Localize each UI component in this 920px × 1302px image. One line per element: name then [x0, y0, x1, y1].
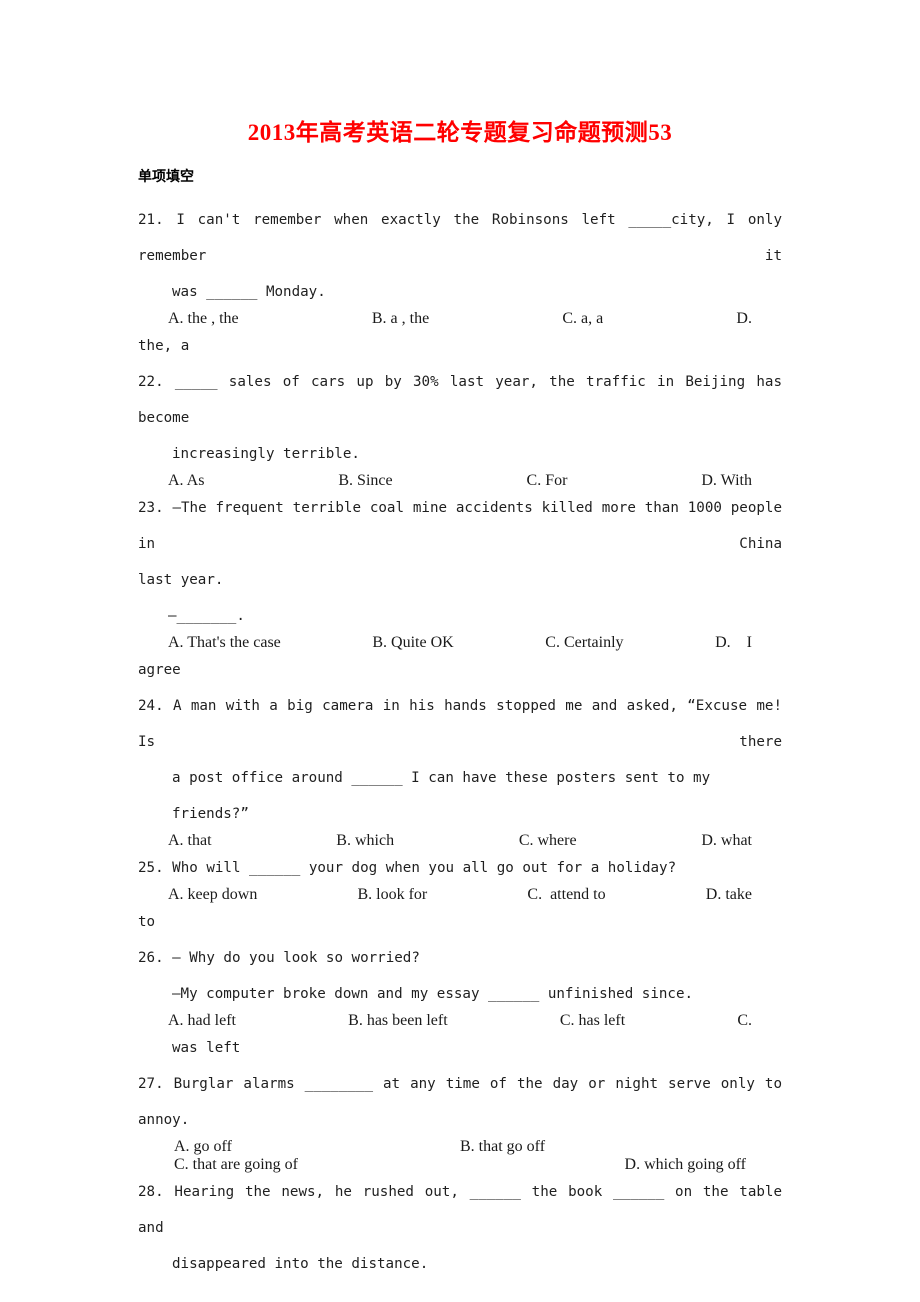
section-heading: 单项填空	[138, 169, 194, 185]
option-row: A. keep down B. look for C. attend to D.…	[138, 886, 752, 904]
option-wrap-line: agree	[138, 662, 181, 678]
option-d[interactable]: D. I	[715, 634, 752, 652]
option-d[interactable]: D. what	[701, 832, 752, 850]
option-b[interactable]: B. has been left	[348, 1012, 448, 1030]
document-body: 单项填空 21. I can't remember when exactly t…	[138, 166, 782, 1282]
question-stem-line: 26. — Why do you look so worried?	[138, 950, 420, 966]
option-c[interactable]: C. that are going of	[174, 1156, 298, 1174]
question-stem-line: was ______ Monday.	[172, 284, 326, 300]
question-25: 25. Who will ______ your dog when you al…	[138, 850, 782, 940]
option-d[interactable]: D.	[736, 310, 752, 328]
option-a[interactable]: A. go off	[174, 1138, 460, 1156]
option-a[interactable]: A. keep down	[168, 886, 257, 904]
question-stem-line: 25. Who will ______ your dog when you al…	[138, 860, 677, 876]
option-a[interactable]: A. As	[168, 472, 204, 490]
option-b[interactable]: B. a , the	[372, 310, 429, 328]
option-wrap-line: the, a	[138, 338, 190, 354]
question-28: 28. Hearing the news, he rushed out, ___…	[138, 1174, 782, 1282]
question-stem-line: 22. _____ sales of cars up by 30% last y…	[138, 374, 791, 426]
question-stem-line: a post office around ______ I can have t…	[172, 770, 719, 822]
option-c[interactable]: C. Certainly	[545, 634, 623, 652]
option-wrap-line: was left	[172, 1040, 241, 1056]
option-wrap-line: to	[138, 914, 156, 930]
question-27: 27. Burglar alarms ________ at any time …	[138, 1066, 782, 1174]
option-c[interactable]: C. where	[519, 832, 577, 850]
question-24: 24. A man with a big camera in his hands…	[138, 688, 782, 850]
question-26: 26. — Why do you look so worried? —My co…	[138, 940, 782, 1066]
option-b[interactable]: B. Since	[338, 472, 392, 490]
question-stem-line: 21. I can't remember when exactly the Ro…	[138, 212, 791, 264]
option-a[interactable]: A. had left	[168, 1012, 236, 1030]
option-b[interactable]: B. Quite OK	[372, 634, 453, 652]
option-row: A. That's the case B. Quite OK C. Certai…	[138, 634, 752, 652]
option-b[interactable]: B. which	[336, 832, 394, 850]
question-stem-line: —My computer broke down and my essay ___…	[172, 986, 694, 1002]
option-row: A. As B. Since C. For D. With	[138, 472, 752, 490]
option-row: C. that are going of D. which going off	[138, 1156, 746, 1174]
option-b[interactable]: B. that go off	[460, 1138, 746, 1156]
question-stem-line: 28. Hearing the news, he rushed out, ___…	[138, 1184, 791, 1236]
option-row: A. the , the B. a , the C. a, a D.	[138, 310, 752, 328]
question-21: 21. I can't remember when exactly the Ro…	[138, 202, 782, 364]
option-c[interactable]: C. a, a	[562, 310, 603, 328]
option-c[interactable]: C. For	[527, 472, 568, 490]
option-d[interactable]: C.	[737, 1012, 752, 1030]
question-stem-line: last year.	[138, 572, 224, 588]
option-b[interactable]: B. look for	[357, 886, 427, 904]
option-a[interactable]: A. that	[168, 832, 212, 850]
answer-blank-line: —_______.	[168, 608, 245, 624]
option-a[interactable]: A. That's the case	[168, 634, 281, 652]
question-23: 23. —The frequent terrible coal mine acc…	[138, 490, 782, 688]
option-a[interactable]: A. the , the	[168, 310, 239, 328]
option-c[interactable]: C. has left	[560, 1012, 625, 1030]
document-page: 2013年高考英语二轮专题复习命题预测53 单项填空 21. I can't r…	[0, 0, 920, 1302]
option-d[interactable]: D. take	[706, 886, 752, 904]
question-22: 22. _____ sales of cars up by 30% last y…	[138, 364, 782, 490]
question-stem-line: 24. A man with a big camera in his hands…	[138, 698, 791, 750]
question-stem-line: disappeared into the distance.	[172, 1256, 429, 1272]
question-stem-line: 27. Burglar alarms ________ at any time …	[138, 1076, 791, 1128]
option-row: A. had left B. has been left C. has left…	[138, 1012, 752, 1030]
option-d[interactable]: D. which going off	[625, 1156, 746, 1174]
option-c[interactable]: C. attend to	[527, 886, 605, 904]
option-row: A. go off B. that go off	[138, 1138, 746, 1156]
option-row: A. that B. which C. where D. what	[138, 832, 752, 850]
option-d[interactable]: D. With	[701, 472, 752, 490]
page-title: 2013年高考英语二轮专题复习命题预测53	[247, 120, 673, 145]
question-stem-line: 23. —The frequent terrible coal mine acc…	[138, 500, 791, 552]
question-stem-line: increasingly terrible.	[172, 446, 360, 462]
